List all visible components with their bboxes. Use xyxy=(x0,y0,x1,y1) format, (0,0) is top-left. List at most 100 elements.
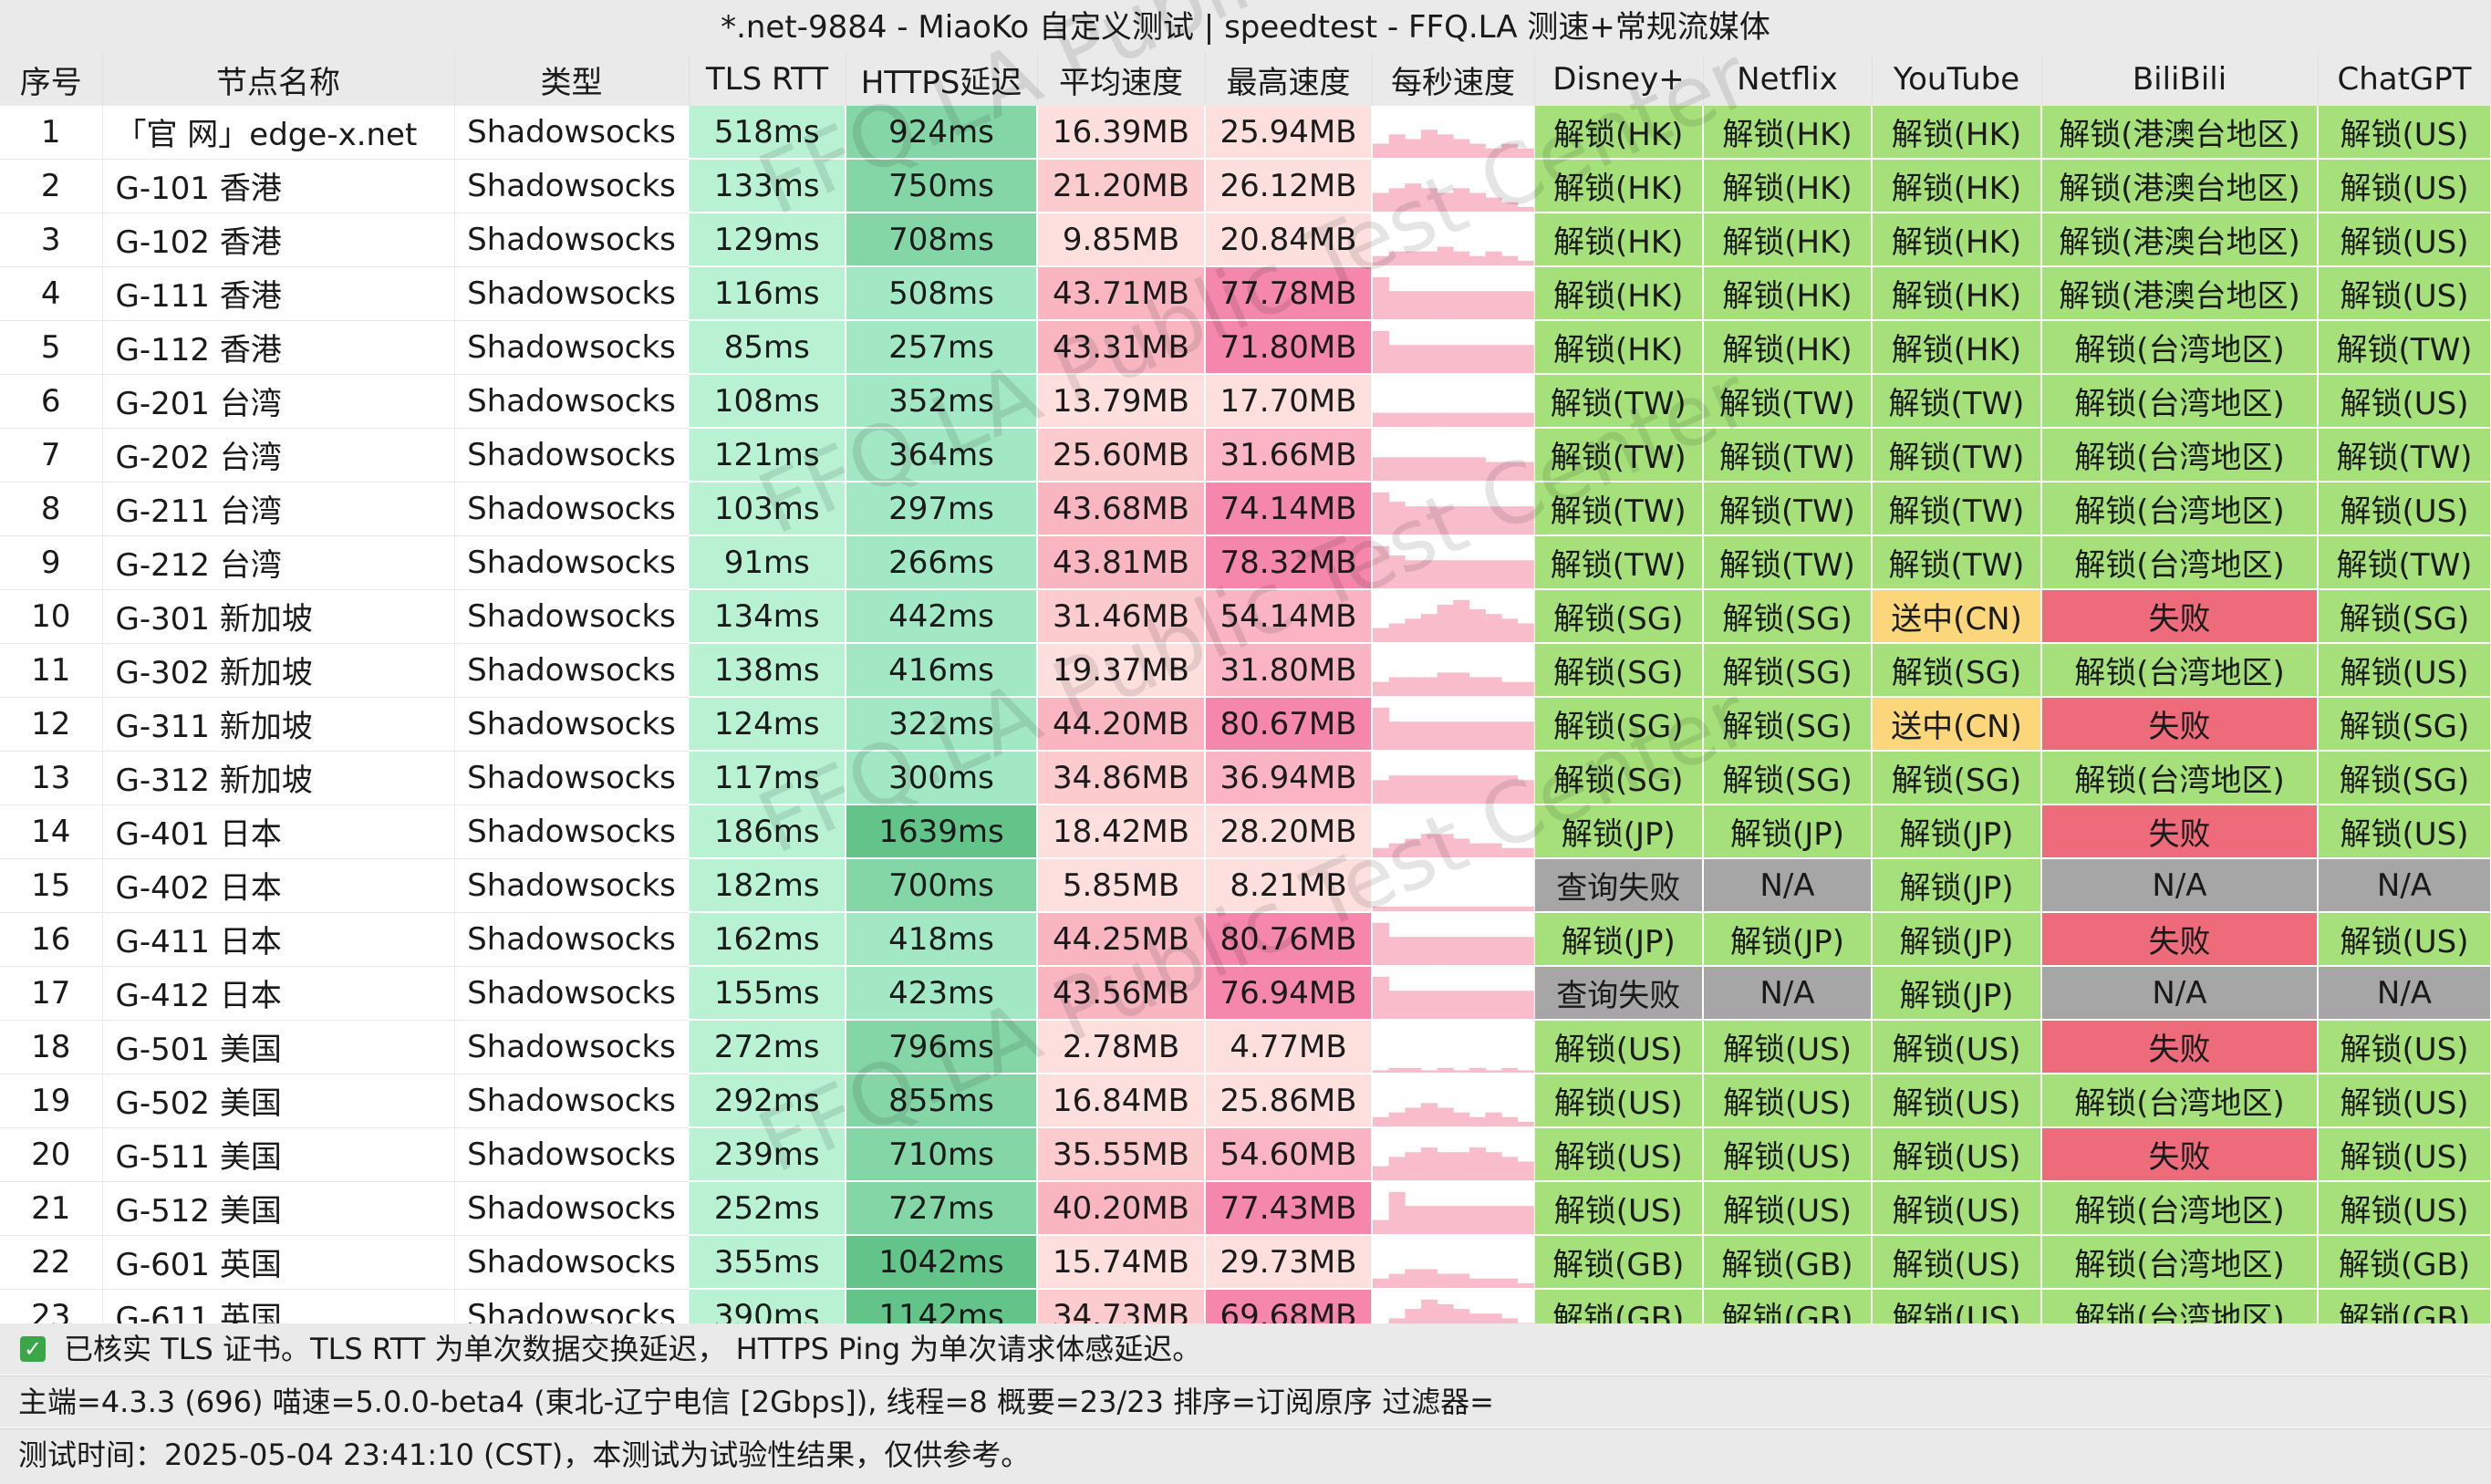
node-name: G-502 美国 xyxy=(102,1074,455,1128)
avg-speed: 31.46MB xyxy=(1037,589,1206,644)
per-second-speed-sparkline xyxy=(1372,589,1535,644)
sparkline-bar xyxy=(1517,560,1533,587)
node-name: G-401 日本 xyxy=(102,804,455,859)
sparkline-bar xyxy=(1469,143,1486,157)
sparkline-bar xyxy=(1420,937,1438,964)
row-index: 11 xyxy=(0,643,103,698)
sparkline-bar xyxy=(1501,1206,1519,1233)
sparkline-bar xyxy=(1437,192,1454,211)
tls-rtt: 103ms xyxy=(689,482,846,536)
sparkline-bar xyxy=(1420,251,1438,265)
per-second-speed-sparkline xyxy=(1372,751,1535,805)
youtube-status: 解锁(TW) xyxy=(1872,482,2042,536)
sparkline-bar xyxy=(1453,599,1470,641)
bilibili-status: 失败 xyxy=(2041,589,2319,644)
sparkline-bar xyxy=(1388,134,1406,157)
node-name: G-501 美国 xyxy=(102,1020,455,1074)
https-latency: 364ms xyxy=(846,428,1038,483)
sparkline-bar xyxy=(1388,345,1406,372)
sparkline-bar xyxy=(1405,1107,1422,1126)
sparkline-bar xyxy=(1420,506,1438,534)
sparkline-bar xyxy=(1485,1070,1502,1072)
sparkline-bar xyxy=(1453,412,1470,426)
sparkline-bar xyxy=(1437,1152,1454,1179)
disney-status: 解锁(TW) xyxy=(1534,374,1704,429)
table-row: 5 G-112 香港 Shadowsocks 85ms 257ms 43.31MB 71.8… xyxy=(0,320,2491,375)
sparkline-bar xyxy=(1469,345,1486,372)
sparkline-bar xyxy=(1420,614,1438,641)
sparkline-bar xyxy=(1420,130,1438,157)
sparkline-bar xyxy=(1485,1112,1502,1126)
sparkline-bar xyxy=(1501,255,1519,265)
sparkline-bar xyxy=(1501,143,1519,157)
netflix-status: 解锁(JP) xyxy=(1703,912,1873,967)
sparkline-bar xyxy=(1405,838,1422,856)
table-row: 15 G-402 日本 Shadowsocks 182ms 700ms 5.85MB 8.2… xyxy=(0,858,2491,913)
time-bar: 测试时间：2025-05-04 23:41:10 (CST)，本测试为试验性结果… xyxy=(0,1428,2491,1484)
sparkline-bar xyxy=(1469,677,1486,695)
disney-status: 解锁(TW) xyxy=(1534,428,1704,483)
bilibili-status: 解锁(港澳台地区) xyxy=(2041,106,2319,160)
info-bar: 主端=4.3.3 (696) 喵速=5.0.0-beta4 (東北-辽宁电信 [… xyxy=(0,1375,2491,1427)
bilibili-status: 解锁(台湾地区) xyxy=(2041,535,2319,590)
node-name: G-212 台湾 xyxy=(102,535,455,590)
test-time: 测试时间：2025-05-04 23:41:10 (CST)，本测试为试验性结果… xyxy=(18,1437,1031,1472)
sparkline-bar xyxy=(1388,991,1406,1018)
https-latency: 266ms xyxy=(846,535,1038,590)
node-name: G-302 新加坡 xyxy=(102,643,455,698)
max-speed: 78.32MB xyxy=(1205,535,1373,590)
netflix-status: 解锁(TW) xyxy=(1703,374,1873,429)
sparkline-bar xyxy=(1437,604,1454,641)
sparkline-bar xyxy=(1469,991,1486,1018)
per-second-speed-sparkline xyxy=(1372,106,1535,160)
sparkline-bar xyxy=(1517,721,1533,749)
avg-speed: 44.25MB xyxy=(1037,912,1206,967)
tls-rtt: 186ms xyxy=(689,804,846,859)
sparkline-bar xyxy=(1517,345,1533,372)
node-name: G-211 台湾 xyxy=(102,482,455,536)
max-speed: 17.70MB xyxy=(1205,374,1373,429)
sparkline-bar xyxy=(1373,922,1390,964)
youtube-status: 解锁(TW) xyxy=(1872,428,2042,483)
results-table: 序号 节点名称 类型 TLS RTT HTTPS延迟 平均速度 最高速度 每秒速… xyxy=(0,53,2491,1344)
sparkline-bar xyxy=(1373,681,1390,695)
sparkline-bar xyxy=(1485,614,1502,641)
tls-rtt: 134ms xyxy=(689,589,846,644)
sparkline-bar xyxy=(1405,1206,1422,1233)
sparkline-bar xyxy=(1388,1273,1406,1287)
sparkline-bar xyxy=(1469,1067,1486,1072)
sparkline-bar xyxy=(1420,1070,1438,1072)
sparkline-bar xyxy=(1469,457,1486,480)
node-type: Shadowsocks xyxy=(454,159,690,213)
sparkline-bar xyxy=(1437,560,1454,587)
https-latency: 1639ms xyxy=(846,804,1038,859)
sparkline-bar xyxy=(1485,1278,1502,1287)
table-row: 17 G-412 日本 Shadowsocks 155ms 423ms 43.56MB 76… xyxy=(0,966,2491,1021)
tls-rtt: 252ms xyxy=(689,1181,846,1236)
netflix-status: 解锁(SG) xyxy=(1703,751,1873,805)
sparkline-bar xyxy=(1373,906,1390,910)
table-row: 20 G-511 美国 Shadowsocks 239ms 710ms 35.55MB 54… xyxy=(0,1127,2491,1182)
table-row: 1 「官 网」edge-x.net Shadowsocks 518ms 924ms 16.… xyxy=(0,106,2491,160)
node-name: 「官 网」edge-x.net xyxy=(102,106,455,160)
sparkline-bar xyxy=(1373,412,1390,426)
sparkline-bar xyxy=(1437,672,1454,695)
bilibili-status: N/A xyxy=(2041,966,2319,1021)
sparkline-bar xyxy=(1437,834,1454,856)
youtube-status: 解锁(HK) xyxy=(1872,266,2042,321)
max-speed: 80.67MB xyxy=(1205,697,1373,752)
sparkline-bar xyxy=(1517,412,1533,426)
col-header-netflix: Netflix xyxy=(1703,53,1873,106)
sparkline-chart xyxy=(1373,1067,1533,1072)
tls-rtt: 129ms xyxy=(689,213,846,267)
sparkline-bar xyxy=(1469,937,1486,964)
sparkline-bar xyxy=(1373,457,1390,480)
node-name: G-411 日本 xyxy=(102,912,455,967)
sparkline-bar xyxy=(1373,780,1390,803)
netflix-status: 解锁(SG) xyxy=(1703,697,1873,752)
node-type: Shadowsocks xyxy=(454,1235,690,1290)
youtube-status: 解锁(JP) xyxy=(1872,966,2042,1021)
sparkline-bar xyxy=(1469,1147,1486,1179)
tls-rtt: 355ms xyxy=(689,1235,846,1290)
row-index: 21 xyxy=(0,1181,103,1236)
